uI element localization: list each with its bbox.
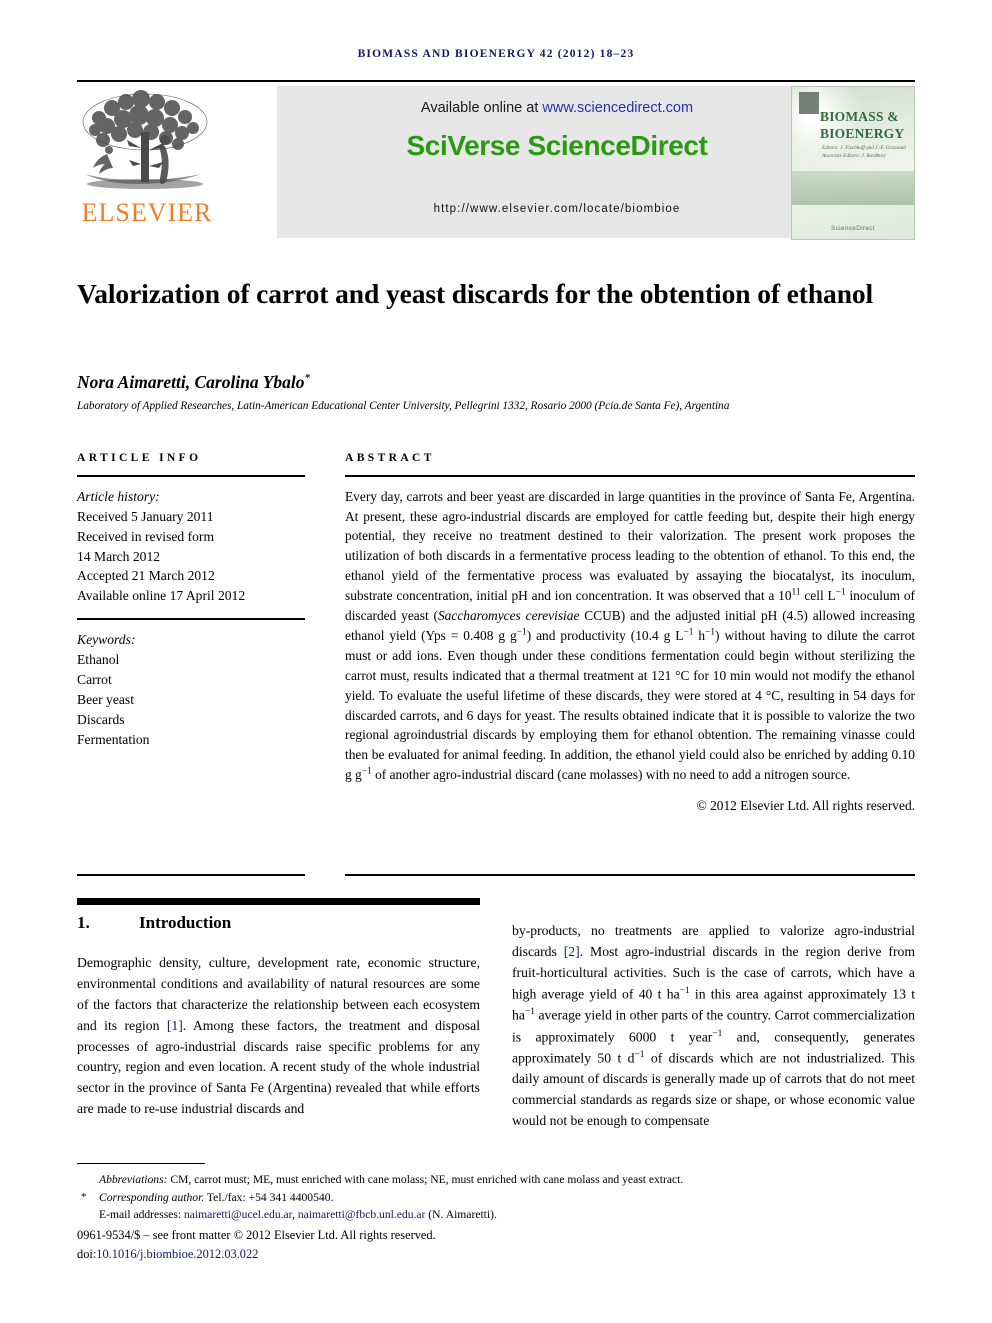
corresponding-author-line: * Corresponding author. Tel./fax: +54 341… bbox=[77, 1189, 917, 1207]
keyword-item: Ethanol bbox=[77, 651, 120, 667]
doi-link[interactable]: 10.1016/j.biombioe.2012.03.022 bbox=[96, 1247, 258, 1261]
footnote-rule bbox=[77, 1163, 205, 1165]
keywords-label: Keywords: bbox=[77, 632, 136, 647]
corresponding-author-phone: Tel./fax: +54 341 4400540. bbox=[204, 1190, 334, 1204]
article-info-column: Article info Article history: Received 5… bbox=[77, 452, 305, 750]
abbreviations-label: Abbreviations: bbox=[99, 1173, 168, 1186]
article-info-rule bbox=[77, 475, 305, 477]
article-history-label: Article history: bbox=[77, 488, 160, 504]
abbreviations-line: Abbreviations: CM, carrot must; ME, must… bbox=[77, 1171, 917, 1189]
elsevier-tree-icon bbox=[79, 88, 211, 196]
article-history-item: Available online 17 April 2012 bbox=[77, 588, 246, 604]
abstract-column: Abstract Every day, carrots and beer yea… bbox=[345, 452, 915, 814]
journal-homepage-url[interactable]: http://www.elsevier.com/locate/biombioe bbox=[277, 203, 837, 215]
keyword-item: Discards bbox=[77, 711, 125, 727]
cover-field-art bbox=[792, 171, 914, 205]
abstract-part: ) without having to dilute the carrot mu… bbox=[345, 627, 916, 783]
abstract-sup: −1 bbox=[705, 627, 716, 638]
sciverse-sciencedirect-logo: SciVerse ScienceDirect bbox=[406, 130, 708, 161]
journal-cover-thumbnail: BIOMASS & BIOENERGY Editors: J. Fischhof… bbox=[791, 86, 915, 240]
keyword-item: Beer yeast bbox=[77, 691, 134, 707]
abstract-part: of another agro-industrial discard (cane… bbox=[371, 767, 851, 783]
cover-editors-line: Editors: J. Fischhoff and J.-F. Grassaud… bbox=[822, 145, 906, 159]
abstract-heading: Abstract bbox=[345, 452, 435, 464]
paper-page: Biomass and bioenergy 42 (2012) 18–23 bbox=[0, 0, 992, 1323]
issn-front-matter-line: 0961-9534/$ – see front matter © 2012 El… bbox=[77, 1227, 436, 1242]
cover-journal-title: BIOMASS & BIOENERGY bbox=[820, 109, 905, 141]
article-history-item: Received 5 January 2011 bbox=[77, 508, 214, 524]
running-head: Biomass and bioenergy 42 (2012) 18–23 bbox=[357, 48, 635, 60]
doi-label: doi: bbox=[77, 1246, 97, 1261]
body-sup: −1 bbox=[679, 985, 690, 996]
section-bar bbox=[77, 898, 480, 905]
body-sup: −1 bbox=[634, 1050, 645, 1061]
body-column-left: Demographic density, culture, developmen… bbox=[77, 953, 480, 1120]
email-label: E-mail addresses: bbox=[99, 1208, 184, 1222]
journal-masthead: ELSEVIER Available online at www.science… bbox=[77, 86, 915, 240]
abstract-part: Every day, carrots and beer yeast are di… bbox=[345, 488, 915, 604]
cover-elsevier-mark-icon bbox=[799, 92, 819, 114]
cover-sciencedirect-mark: ScienceDirect bbox=[831, 225, 875, 232]
article-history-group: Article history: Received 5 January 2011… bbox=[77, 487, 305, 607]
keyword-item: Fermentation bbox=[77, 731, 150, 747]
abstract-bottom-rule bbox=[345, 874, 915, 876]
page-title: Valorization of carrot and yeast discard… bbox=[77, 278, 874, 310]
article-history-item: 14 March 2012 bbox=[77, 548, 161, 564]
body-sup: −1 bbox=[712, 1028, 723, 1039]
abstract-text: Every day, carrots and beer yeast are di… bbox=[345, 487, 915, 786]
article-info-bottom-rule bbox=[77, 874, 305, 876]
top-rule bbox=[77, 80, 915, 82]
elsevier-wordmark: ELSEVIER bbox=[81, 198, 213, 227]
email-link-primary[interactable]: naimaretti@ucel.edu.ar bbox=[184, 1208, 292, 1221]
author-names: Nora Aimaretti, Carolina Ybalo bbox=[77, 372, 305, 392]
email-author-suffix: (N. Aimaretti). bbox=[425, 1208, 497, 1222]
abbreviations-text: CM, carrot must; ME, must enriched with … bbox=[167, 1173, 684, 1186]
corresponding-author-marker: * bbox=[304, 372, 311, 385]
body-sup: −1 bbox=[524, 1007, 535, 1018]
citation-reference[interactable]: [2] bbox=[564, 944, 580, 959]
article-history-item: Received in revised form bbox=[77, 528, 215, 544]
abstract-part: ) and productivity (10.4 g L bbox=[526, 627, 684, 643]
abstract-sup: 11 bbox=[791, 587, 801, 598]
abstract-sup: −1 bbox=[361, 766, 372, 777]
available-online-line: Available online at www.sciencedirect.co… bbox=[277, 100, 837, 116]
citation-reference[interactable]: [1] bbox=[167, 1018, 183, 1033]
email-line: E-mail addresses: naimaretti@ucel.edu.ar… bbox=[77, 1206, 917, 1224]
keywords-group: Keywords: Ethanol Carrot Beer yeast Disc… bbox=[77, 630, 305, 750]
article-history-item: Accepted 21 March 2012 bbox=[77, 568, 215, 584]
corresponding-author-star: * bbox=[81, 1190, 87, 1203]
body-column-right: by-products, no treatments are applied t… bbox=[512, 921, 915, 1132]
section-title: Introduction bbox=[139, 913, 232, 932]
abstract-sup: −1 bbox=[516, 627, 527, 638]
email-link-secondary[interactable]: naimaretti@fbcb.unl.edu.ar bbox=[298, 1208, 426, 1221]
affiliation: Laboratory of Applied Researches, Latin-… bbox=[77, 400, 730, 412]
abstract-sup: −1 bbox=[683, 627, 694, 638]
copyright-line: © 2012 Elsevier Ltd. All rights reserved… bbox=[696, 798, 915, 814]
section-heading-introduction: 1. Introduction bbox=[77, 913, 480, 933]
sciencedirect-banner: Available online at www.sciencedirect.co… bbox=[277, 86, 837, 238]
doi-line: doi:10.1016/j.biombioe.2012.03.022 bbox=[77, 1245, 917, 1264]
abstract-part: cell L bbox=[800, 588, 836, 604]
author-list: Nora Aimaretti, Carolina Ybalo* bbox=[77, 372, 907, 393]
species-name: Saccharomyces cerevisiae bbox=[437, 608, 580, 624]
keyword-item: Carrot bbox=[77, 671, 112, 687]
abstract-part: h bbox=[693, 627, 706, 643]
abstract-rule bbox=[345, 475, 915, 477]
article-info-heading: Article info bbox=[77, 452, 202, 464]
sciencedirect-url-link[interactable]: www.sciencedirect.com bbox=[542, 100, 693, 116]
elsevier-logo-block: ELSEVIER bbox=[77, 86, 217, 238]
section-number: 1. bbox=[77, 913, 90, 932]
abstract-sup: −1 bbox=[835, 587, 846, 598]
corresponding-author-label: Corresponding author. bbox=[99, 1190, 205, 1204]
keywords-divider bbox=[77, 618, 305, 620]
footnote-block: Abbreviations: CM, carrot must; ME, must… bbox=[77, 1171, 917, 1264]
available-online-text: Available online at bbox=[420, 100, 543, 116]
